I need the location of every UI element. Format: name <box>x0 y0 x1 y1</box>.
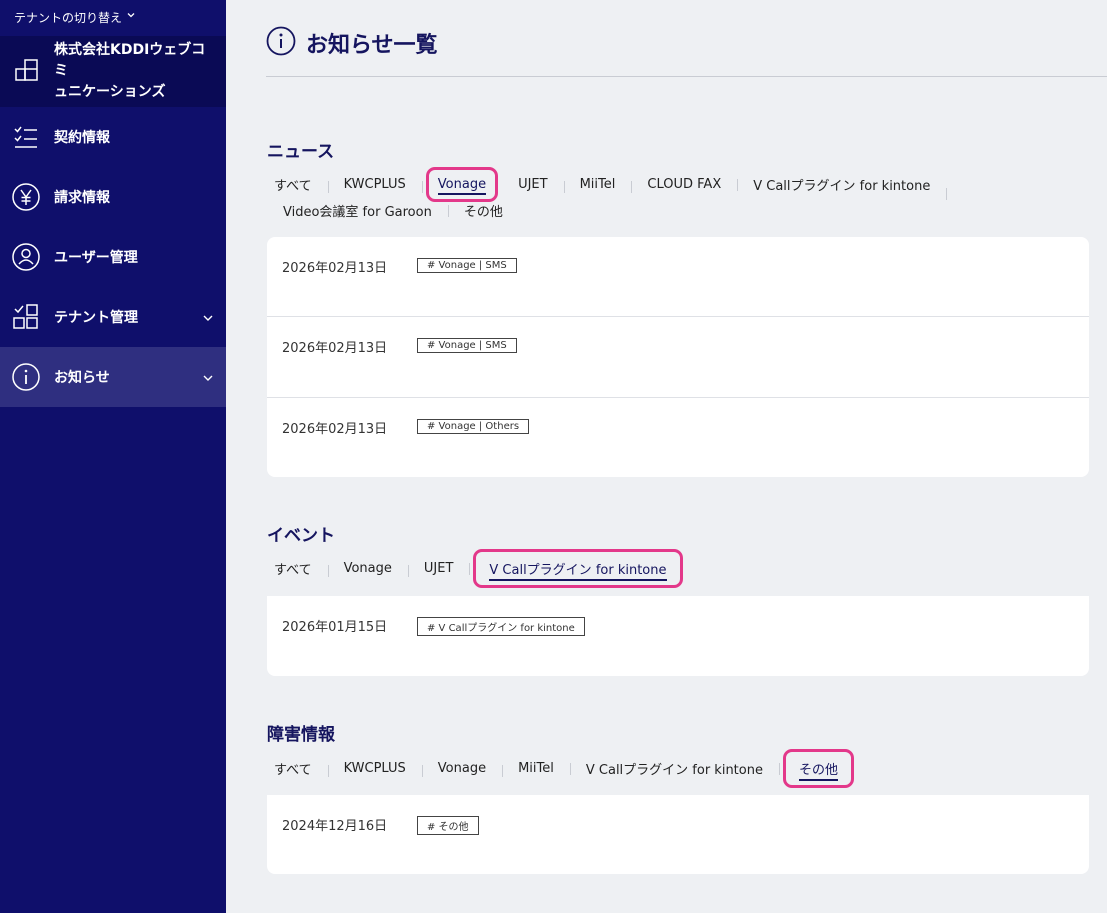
user-icon <box>11 242 41 272</box>
sidebar-item-notices[interactable]: お知らせ <box>0 347 226 407</box>
company-block: 株式会社KDDIウェブコミ ュニケーションズ <box>0 36 226 107</box>
header-divider <box>266 76 1107 77</box>
checklist-icon <box>11 122 41 152</box>
chevron-down-icon <box>126 10 136 23</box>
news-list: 2026年02月13日 # Vonage | SMS 2026年02月13日 #… <box>267 237 1089 477</box>
list-item[interactable]: 2026年02月13日 # Vonage | SMS <box>267 317 1089 398</box>
news-tab[interactable]: その他 <box>447 201 519 220</box>
events-list: 2026年01月15日 # V Callプラグイン for kintone <box>267 596 1089 676</box>
news-tab[interactable]: CLOUD FAX <box>631 177 737 193</box>
sidebar: テナントの切り替え 株式会社KDDIウェブコミ ュニケーションズ 契約情報 請求… <box>0 0 226 913</box>
news-tab-selected[interactable]: Vonage <box>421 166 502 202</box>
incidents-section-title: 障害情報 <box>267 725 335 745</box>
incidents-tab[interactable]: すべて <box>267 759 328 778</box>
events-tab[interactable]: UJET <box>407 561 470 577</box>
list-item[interactable]: 2026年01月15日 # V Callプラグイン for kintone <box>267 596 1089 676</box>
news-tab[interactable]: V Callプラグイン for kintone <box>737 175 946 194</box>
news-tab[interactable]: KWCPLUS <box>327 177 422 193</box>
news-tab[interactable]: Video会議室 for Garoon <box>267 201 448 220</box>
tenant-switch-button[interactable]: テナントの切り替え <box>0 0 226 36</box>
incidents-tabs: すべて KWCPLUS Vonage MiiTel V Callプラグイン fo… <box>267 748 1087 788</box>
news-tab[interactable]: すべて <box>267 175 328 194</box>
incidents-tab-selected[interactable]: その他 <box>778 748 858 788</box>
tenant-switch-label: テナントの切り替え <box>14 11 123 25</box>
list-item[interactable]: 2026年02月13日 # Vonage | SMS <box>267 237 1089 318</box>
list-item[interactable]: 2026年02月13日 # Vonage | Others <box>267 398 1089 478</box>
list-item[interactable]: 2024年12月16日 # その他 <box>267 795 1089 875</box>
sidebar-item-tenant[interactable]: テナント管理 <box>0 287 226 347</box>
news-tabs: すべて KWCPLUS Vonage UJET MiiTel CLOUD FAX… <box>267 166 1087 223</box>
main-content: お知らせ一覧 ニュース すべて KWCPLUS Vonage UJET MiiT… <box>226 0 1107 913</box>
incidents-tab[interactable]: Vonage <box>421 761 502 777</box>
tag-badge: # Vonage | Others <box>417 418 530 434</box>
news-tab[interactable]: MiiTel <box>563 177 632 193</box>
info-icon <box>11 362 41 392</box>
events-tabs: すべて Vonage UJET V Callプラグイン for kintone <box>267 548 1087 588</box>
chevron-down-icon[interactable] <box>202 309 214 328</box>
incidents-tab[interactable]: V Callプラグイン for kintone <box>569 759 779 778</box>
events-tab[interactable]: Vonage <box>327 561 408 577</box>
incidents-list: 2024年12月16日 # その他 <box>267 795 1089 874</box>
events-tab[interactable]: すべて <box>267 559 328 578</box>
incidents-tab[interactable]: KWCPLUS <box>327 761 422 777</box>
sidebar-item-billing[interactable]: 請求情報 <box>0 167 226 227</box>
building-icon <box>14 57 40 87</box>
company-name: 株式会社KDDIウェブコミ ュニケーションズ <box>54 42 206 100</box>
grid-icon <box>11 302 41 332</box>
news-tab[interactable]: UJET <box>502 177 564 192</box>
tag-badge: # Vonage | SMS <box>417 258 517 273</box>
page-title: お知らせ一覧 <box>306 33 438 58</box>
tag-badge: # V Callプラグイン for kintone <box>417 617 585 636</box>
news-section-title: ニュース <box>267 142 335 162</box>
events-section-title: イベント <box>267 526 335 546</box>
incidents-tab[interactable]: MiiTel <box>502 761 570 777</box>
yen-icon <box>11 182 41 212</box>
tag-badge: # Vonage | SMS <box>417 338 517 354</box>
info-icon <box>266 26 296 60</box>
sidebar-item-users[interactable]: ユーザー管理 <box>0 227 226 287</box>
events-tab-selected[interactable]: V Callプラグイン for kintone <box>469 548 686 588</box>
chevron-down-icon[interactable] <box>202 369 214 388</box>
sidebar-item-contract[interactable]: 契約情報 <box>0 107 226 167</box>
tag-badge: # その他 <box>417 816 479 835</box>
page-header: お知らせ一覧 <box>266 26 438 60</box>
